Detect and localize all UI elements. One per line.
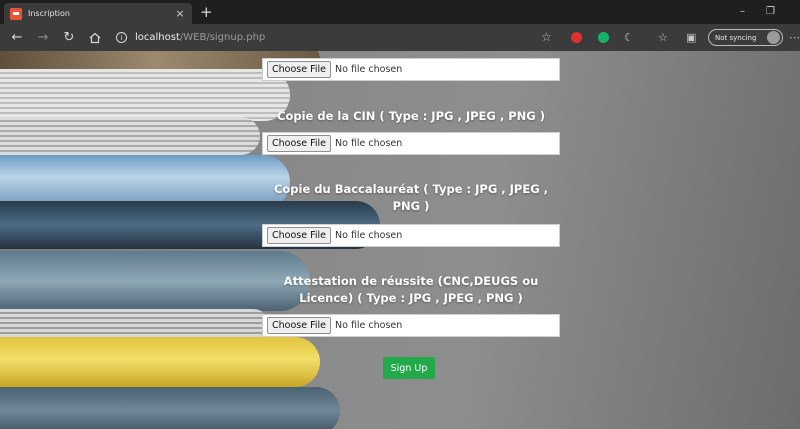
favicon-icon xyxy=(10,7,22,20)
favorite-star-icon[interactable]: ☆ xyxy=(541,24,552,51)
minimize-button[interactable]: – xyxy=(740,2,745,22)
new-tab-button[interactable]: + xyxy=(200,2,213,22)
page-viewport: Choose File No file chosen Copie de la C… xyxy=(0,51,800,429)
extension-red-icon[interactable] xyxy=(571,32,582,43)
more-menu-icon[interactable]: ⋯ xyxy=(789,24,800,51)
file-input-attestation[interactable]: Choose File No file chosen xyxy=(262,314,560,337)
file-status: No file chosen xyxy=(335,320,403,331)
collections-icon[interactable]: ▣ xyxy=(686,24,696,51)
tab-title: Inscription xyxy=(28,9,70,18)
back-button[interactable]: ← xyxy=(4,24,30,51)
browser-tab[interactable]: Inscription × xyxy=(4,3,192,24)
file-input-cin[interactable]: Choose File No file chosen xyxy=(262,132,560,155)
file-input-document[interactable]: Choose File No file chosen xyxy=(262,58,560,81)
home-icon xyxy=(89,32,101,43)
navigation-bar: ← → ↻ i localhost /WEB/signup.php xyxy=(0,24,800,51)
tab-bar: Inscription × + – ❐ xyxy=(0,0,800,24)
extension-gray-icon[interactable]: ☾ xyxy=(624,24,634,51)
file-input-baccalaureat[interactable]: Choose File No file chosen xyxy=(262,224,560,247)
choose-file-button[interactable]: Choose File xyxy=(267,61,331,78)
file-status: No file chosen xyxy=(335,230,403,241)
file-status: No file chosen xyxy=(335,138,403,149)
choose-file-button[interactable]: Choose File xyxy=(267,135,331,152)
refresh-button[interactable]: ↻ xyxy=(56,24,82,51)
choose-file-button[interactable]: Choose File xyxy=(267,227,331,244)
extension-grammarly-icon[interactable] xyxy=(598,32,609,43)
arrow-left-icon: ← xyxy=(11,30,23,45)
avatar xyxy=(767,31,780,44)
tab-close-button[interactable]: × xyxy=(174,7,186,20)
favorites-icon[interactable]: ☆ xyxy=(658,24,668,51)
url-path: /WEB/signup.php xyxy=(179,32,266,43)
info-icon: i xyxy=(116,32,127,43)
refresh-icon: ↻ xyxy=(63,30,75,45)
home-button[interactable] xyxy=(82,24,108,51)
sign-up-button[interactable]: Sign Up xyxy=(383,357,435,379)
url-host: localhost xyxy=(135,32,180,43)
field-label-attestation: Attestation de réussite (CNC,DEUGS ou Li… xyxy=(283,274,539,305)
field-label-cin: Copie de la CIN ( Type : JPG , JPEG , PN… xyxy=(277,109,545,123)
address-bar[interactable]: i localhost /WEB/signup.php xyxy=(116,32,265,43)
arrow-right-icon: → xyxy=(37,30,49,45)
file-status: No file chosen xyxy=(335,64,403,75)
forward-button[interactable]: → xyxy=(30,24,56,51)
sync-label: Not syncing xyxy=(715,33,757,42)
choose-file-button[interactable]: Choose File xyxy=(267,317,331,334)
restore-button[interactable]: ❐ xyxy=(766,2,775,22)
field-label-baccalaureat: Copie du Baccalauréat ( Type : JPG , JPE… xyxy=(273,182,549,213)
sync-button[interactable]: Not syncing xyxy=(708,29,783,46)
